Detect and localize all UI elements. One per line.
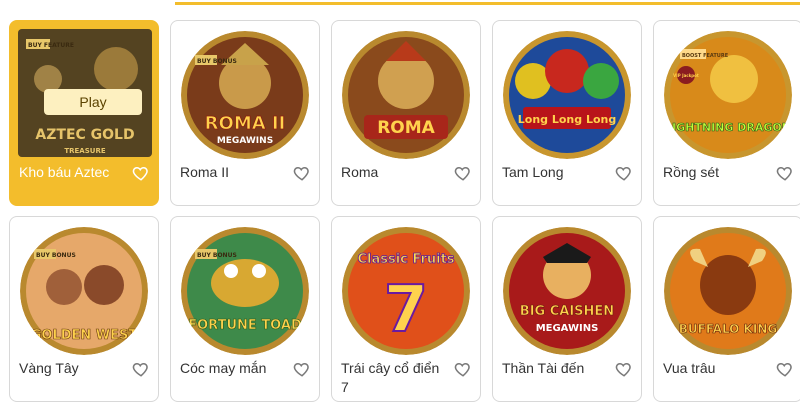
- game-title[interactable]: Tam Long: [502, 163, 610, 182]
- game-thumbnail[interactable]: ROMA: [342, 31, 470, 159]
- heart-icon[interactable]: [293, 360, 311, 378]
- game-card-kho-bau-aztec[interactable]: BUY FEATURE AZTEC GOLD TREASURE Play Kho…: [9, 20, 159, 206]
- logo-text: BUFFALO KING: [679, 322, 777, 336]
- game-thumbnail[interactable]: BUFFALO KING: [664, 227, 792, 355]
- heart-icon[interactable]: [776, 360, 794, 378]
- big-caishen-thumbnail-image: BIG CAISHEN MEGAWINS: [503, 227, 631, 355]
- game-title[interactable]: Rồng sét: [663, 163, 771, 182]
- sublogo-text: 7: [384, 273, 429, 347]
- game-thumbnail[interactable]: BIG CAISHEN MEGAWINS: [503, 227, 631, 355]
- game-card-vua-trau[interactable]: BUFFALO KING Vua trâu: [653, 216, 800, 402]
- classic-fruits-thumbnail-image: Classic Fruits 7: [342, 227, 470, 355]
- badge-text: BOOST FEATURE: [682, 53, 729, 59]
- game-thumbnail[interactable]: BUY BONUS FORTUNE TOAD: [181, 227, 309, 355]
- lightning-dragon-thumbnail-image: BOOST FEATURE VIP Jackpot LIGHTNING DRAG…: [664, 31, 792, 159]
- logo-text: FORTUNE TOAD: [188, 318, 302, 333]
- roma-thumbnail-image: ROMA: [342, 31, 470, 159]
- game-title[interactable]: Cóc may mắn: [180, 359, 288, 378]
- game-thumbnail[interactable]: BUY FEATURE AZTEC GOLD TREASURE Play: [18, 29, 152, 157]
- game-card-trai-cay-co-dien-7[interactable]: Classic Fruits 7 Trái cây cổ điển 7: [331, 216, 481, 402]
- game-title[interactable]: Roma II: [180, 163, 288, 182]
- game-thumbnail[interactable]: BUY BONUS GOLDEN WEST: [20, 227, 148, 355]
- sublogo-text: MEGAWINS: [536, 323, 599, 334]
- heart-icon[interactable]: [132, 360, 150, 378]
- badge-text: BUY BONUS: [36, 252, 76, 259]
- heart-icon[interactable]: [454, 164, 472, 182]
- badge-text: BUY BONUS: [197, 58, 237, 65]
- game-title[interactable]: Kho báu Aztec: [19, 163, 127, 182]
- heart-icon[interactable]: [454, 360, 472, 378]
- game-card-than-tai-den[interactable]: BIG CAISHEN MEGAWINS Thần Tài đến: [492, 216, 642, 402]
- logo-text: Classic Fruits: [357, 252, 454, 267]
- logo-text: BIG CAISHEN: [520, 304, 614, 319]
- game-thumbnail[interactable]: Classic Fruits 7: [342, 227, 470, 355]
- logo-text: ROMA: [377, 118, 435, 138]
- game-title[interactable]: Vàng Tây: [19, 359, 127, 378]
- logo-text: ROMA II: [205, 113, 286, 134]
- game-title[interactable]: Roma: [341, 163, 449, 182]
- active-tab-underline: [175, 2, 800, 5]
- badge-text: BUY BONUS: [197, 252, 237, 259]
- game-thumbnail[interactable]: BOOST FEATURE VIP Jackpot LIGHTNING DRAG…: [664, 31, 792, 159]
- game-title[interactable]: Thần Tài đến: [502, 359, 610, 378]
- play-button[interactable]: Play: [44, 89, 142, 115]
- game-title[interactable]: Trái cây cổ điển 7: [341, 359, 449, 397]
- golden-west-thumbnail-image: BUY BONUS GOLDEN WEST: [20, 227, 148, 355]
- game-grid: BUY FEATURE AZTEC GOLD TREASURE Play Kho…: [9, 20, 800, 420]
- logo-text: GOLDEN WEST: [31, 328, 138, 343]
- game-thumbnail[interactable]: Long Long Long: [503, 31, 631, 159]
- roma-ii-thumbnail-image: BUY BONUS ROMA II MEGAWINS: [181, 31, 309, 159]
- jackpot-badge-text: VIP Jackpot: [673, 73, 699, 78]
- game-card-roma-ii[interactable]: BUY BONUS ROMA II MEGAWINS Roma II: [170, 20, 320, 206]
- heart-icon[interactable]: [615, 360, 633, 378]
- buffalo-king-thumbnail-image: BUFFALO KING: [664, 227, 792, 355]
- sublogo-text: TREASURE: [64, 147, 105, 155]
- logo-text: Long Long Long: [518, 113, 616, 126]
- heart-icon[interactable]: [776, 164, 794, 182]
- game-card-roma[interactable]: ROMA Roma: [331, 20, 481, 206]
- badge-text: BUY FEATURE: [28, 42, 74, 49]
- game-card-coc-may-man[interactable]: BUY BONUS FORTUNE TOAD Cóc may mắn: [170, 216, 320, 402]
- heart-icon[interactable]: [615, 164, 633, 182]
- heart-icon[interactable]: [293, 164, 311, 182]
- sublogo-text: MEGAWINS: [217, 136, 273, 146]
- logo-text: LIGHTNING DRAGON: [665, 121, 791, 134]
- game-card-vang-tay[interactable]: BUY BONUS GOLDEN WEST Vàng Tây: [9, 216, 159, 402]
- tam-long-thumbnail-image: Long Long Long: [503, 31, 631, 159]
- game-thumbnail[interactable]: BUY BONUS ROMA II MEGAWINS: [181, 31, 309, 159]
- game-card-tam-long[interactable]: Long Long Long Tam Long: [492, 20, 642, 206]
- fortune-toad-thumbnail-image: BUY BONUS FORTUNE TOAD: [181, 227, 309, 355]
- game-title[interactable]: Vua trâu: [663, 359, 771, 378]
- logo-text: AZTEC GOLD: [35, 127, 134, 143]
- heart-icon[interactable]: [132, 164, 150, 182]
- game-card-rong-set[interactable]: BOOST FEATURE VIP Jackpot LIGHTNING DRAG…: [653, 20, 800, 206]
